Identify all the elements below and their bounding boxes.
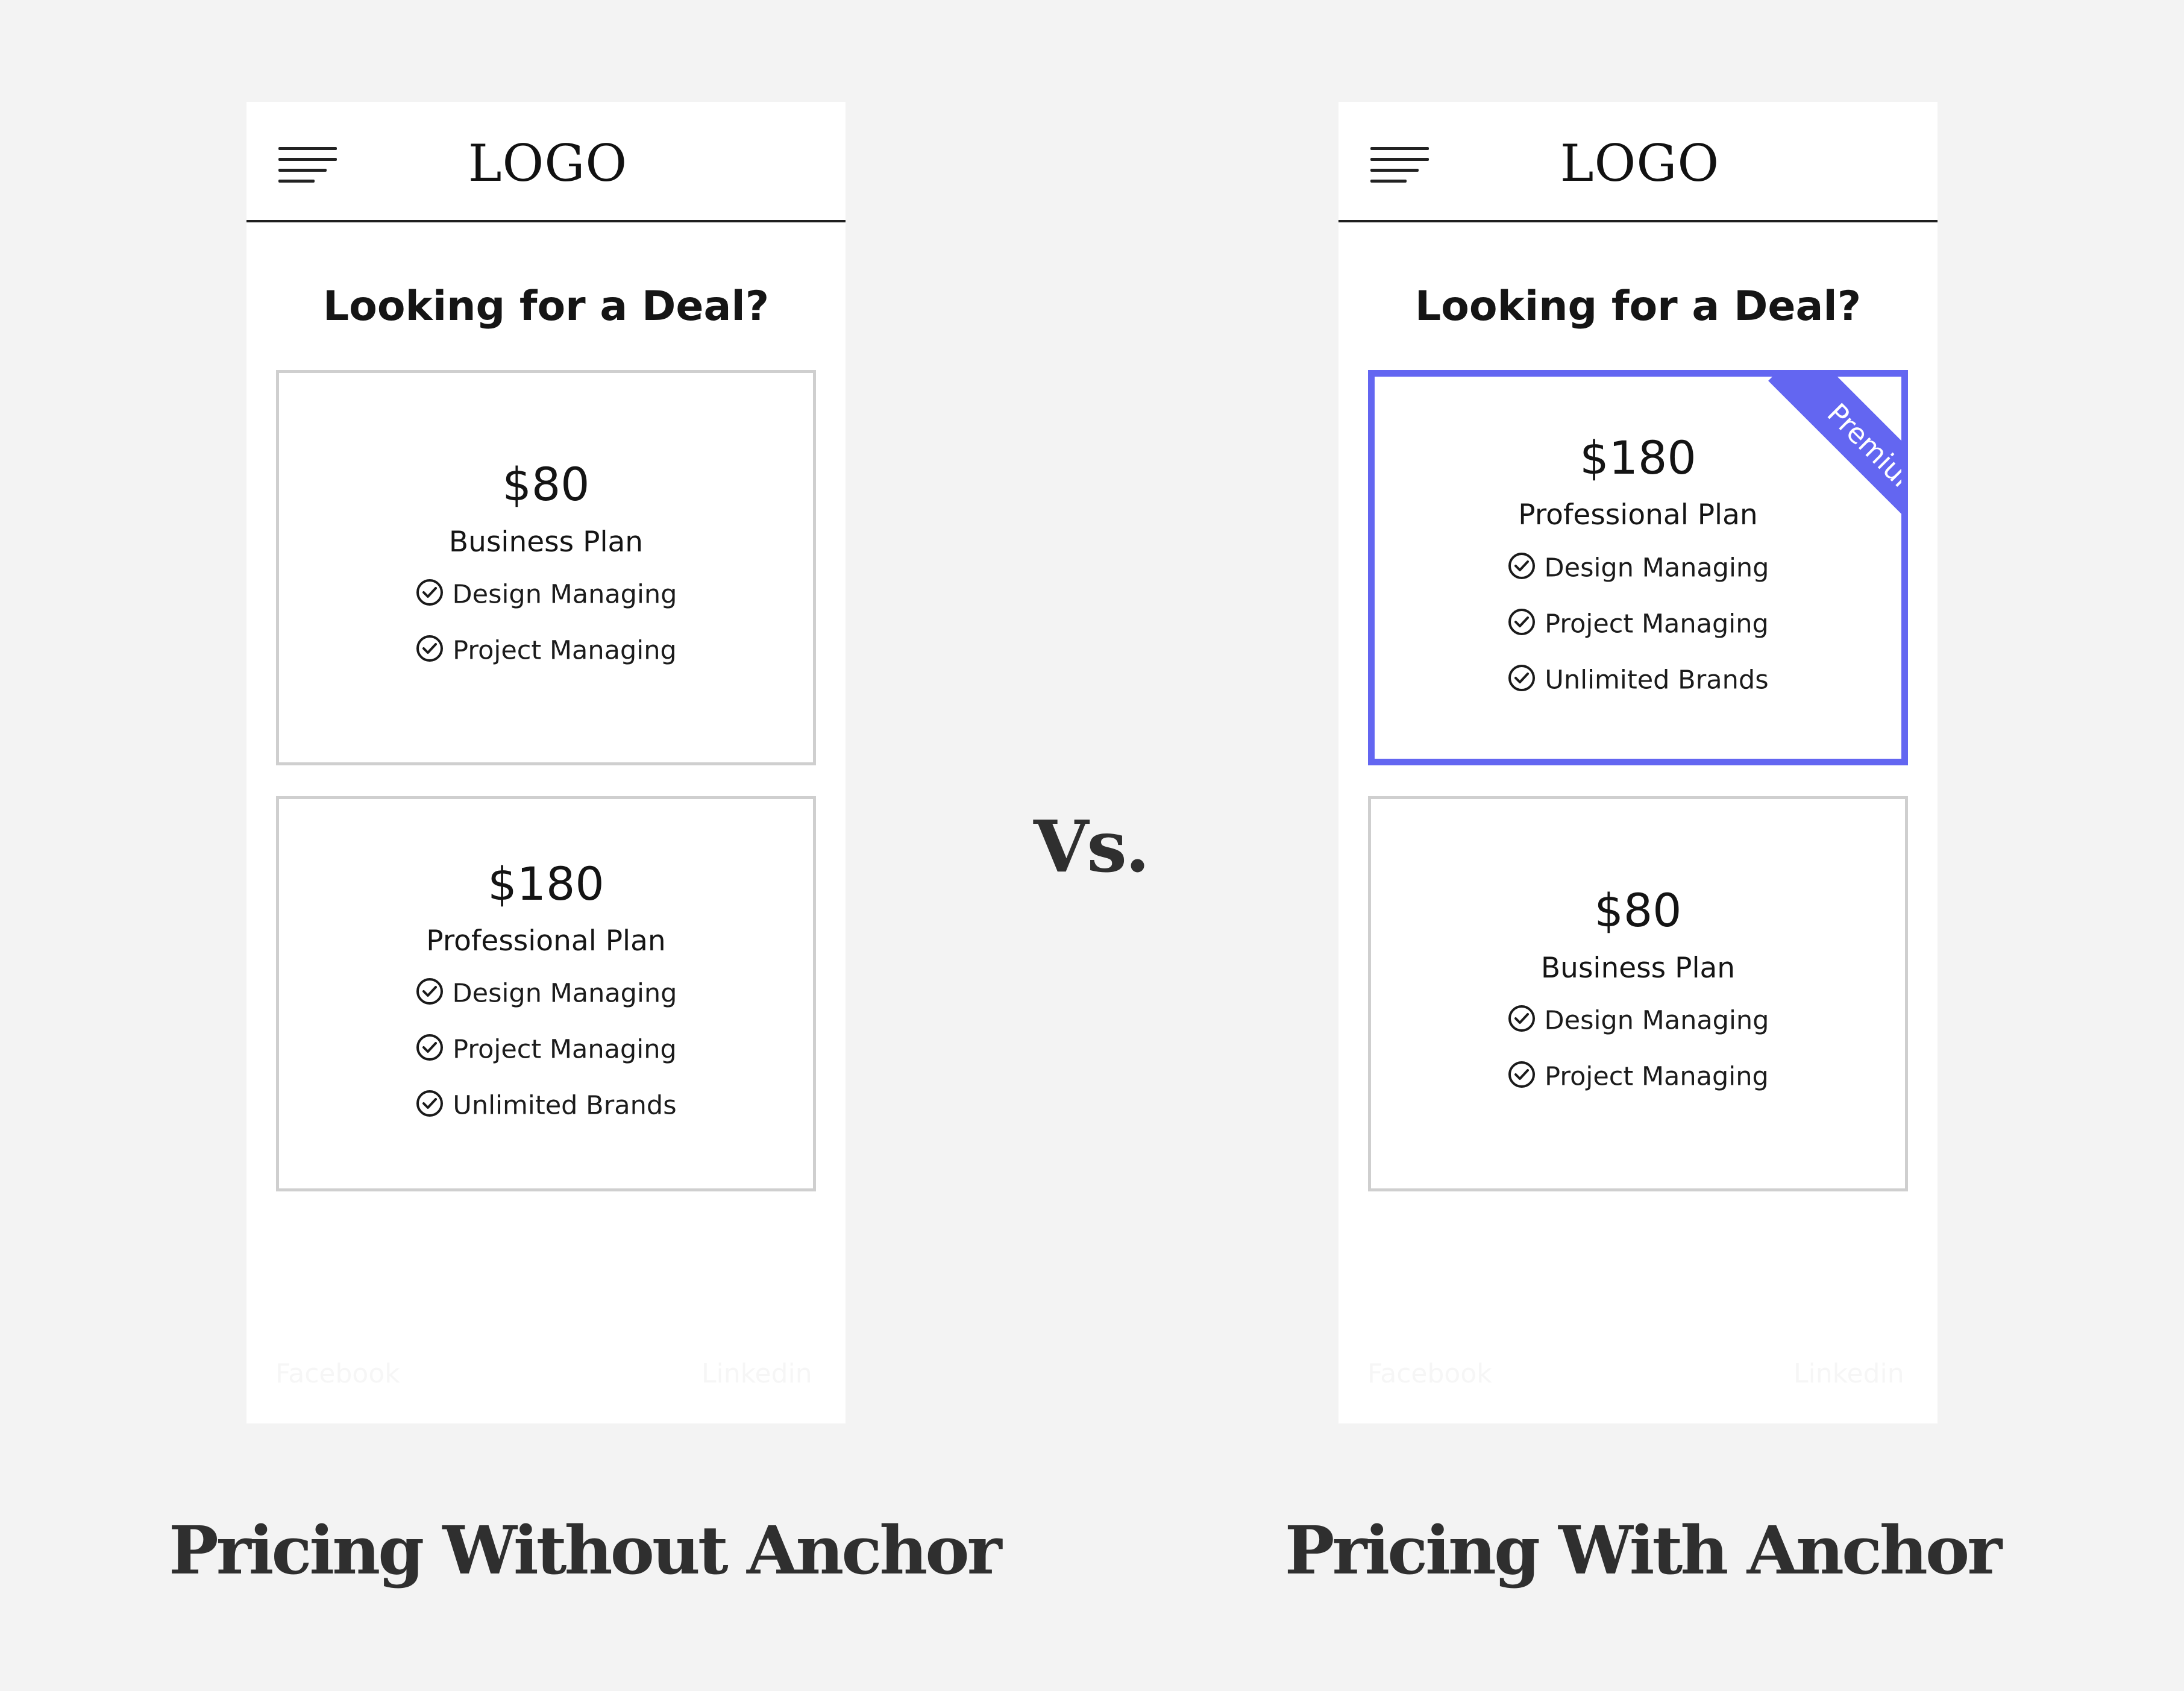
check-circle-icon	[1508, 1005, 1535, 1032]
check-circle-icon	[1508, 608, 1536, 635]
price: $180	[488, 857, 604, 911]
feature-item: Project Managing	[1375, 607, 1901, 639]
check-circle-icon	[416, 977, 443, 1005]
footer-link-linkedin[interactable]: Linkedin	[1793, 1358, 1904, 1389]
check-circle-icon	[1508, 552, 1535, 579]
feature-item: Design Managing	[1375, 551, 1901, 583]
page-heading: Looking for a Deal?	[1414, 283, 1862, 330]
check-circle-icon	[416, 1090, 444, 1117]
feature-label: Unlimited Brands	[1545, 665, 1769, 695]
feature-label: Unlimited Brands	[453, 1090, 677, 1121]
check-circle-icon	[416, 1034, 444, 1061]
plan-name: Business Plan	[448, 525, 644, 559]
pricing-card-business[interactable]: $80 Business Plan Design Managing Projec…	[276, 370, 816, 765]
feature-label: Design Managing	[1544, 553, 1769, 583]
logo[interactable]: LOGO	[415, 134, 680, 193]
feature-item: Project Managing	[279, 634, 813, 666]
feature-label: Design Managing	[452, 978, 677, 1009]
pricing-card-business[interactable]: $80 Business Plan Design Managing Projec…	[1368, 796, 1908, 1191]
feature-item: Design Managing	[1371, 1004, 1905, 1036]
phone-mockup-with-anchor: LOGO Looking for a Deal? Premium $180 Pr…	[1338, 102, 1938, 1423]
plan-name: Business Plan	[1540, 952, 1736, 985]
plan-name: Professional Plan	[1518, 498, 1758, 532]
feature-item: Unlimited Brands	[1375, 664, 1901, 695]
feature-label: Design Managing	[1544, 1005, 1769, 1036]
check-circle-icon	[1508, 664, 1536, 691]
hamburger-menu-icon[interactable]	[1370, 147, 1429, 183]
logo[interactable]: LOGO	[1507, 134, 1772, 193]
header-bar: LOGO	[1338, 102, 1938, 222]
caption-with-anchor: Pricing With Anchor	[1284, 1511, 2002, 1589]
page-heading: Looking for a Deal?	[322, 283, 770, 330]
feature-item: Unlimited Brands	[279, 1089, 813, 1121]
feature-label: Project Managing	[453, 635, 677, 666]
price: $180	[1580, 431, 1696, 485]
footer-link-facebook[interactable]: Facebook	[1367, 1358, 1492, 1389]
plan-name: Professional Plan	[426, 924, 666, 958]
check-circle-icon	[416, 635, 444, 662]
feature-label: Project Managing	[453, 1034, 677, 1065]
pricing-card-professional-featured[interactable]: Premium $180 Professional Plan Design Ma…	[1368, 370, 1908, 765]
feature-item: Project Managing	[279, 1033, 813, 1065]
pricing-card-professional[interactable]: $180 Professional Plan Design Managing P…	[276, 796, 816, 1191]
header-bar: LOGO	[246, 102, 846, 222]
check-circle-icon	[1508, 1061, 1536, 1088]
feature-item: Design Managing	[279, 977, 813, 1009]
price: $80	[1594, 883, 1682, 937]
feature-item: Design Managing	[279, 578, 813, 610]
feature-item: Project Managing	[1371, 1060, 1905, 1092]
phone-mockup-without-anchor: LOGO Looking for a Deal? $80 Business Pl…	[246, 102, 846, 1423]
footer-link-facebook[interactable]: Facebook	[275, 1358, 400, 1389]
caption-without-anchor: Pricing Without Anchor	[169, 1511, 1002, 1589]
check-circle-icon	[416, 579, 443, 606]
feature-label: Design Managing	[452, 579, 677, 610]
feature-label: Project Managing	[1545, 1061, 1769, 1092]
feature-label: Project Managing	[1545, 609, 1769, 639]
hamburger-menu-icon[interactable]	[278, 147, 337, 183]
vs-label: Vs.	[1033, 805, 1150, 888]
footer-link-linkedin[interactable]: Linkedin	[701, 1358, 812, 1389]
price: $80	[502, 457, 590, 511]
